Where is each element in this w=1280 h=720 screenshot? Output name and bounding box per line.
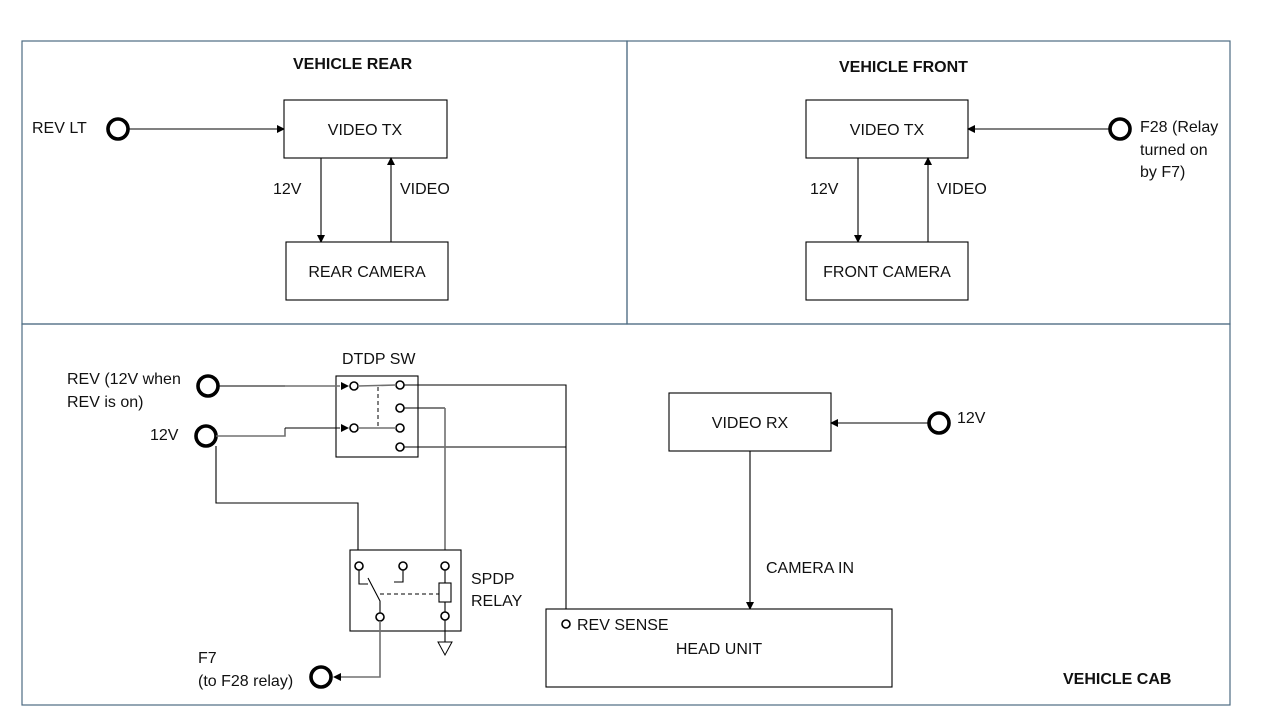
f7-arrow-icon <box>333 673 341 681</box>
switch-out-3-pin <box>395 423 405 433</box>
dtdp-switch-box[interactable] <box>335 375 419 458</box>
switch-out-2-pin <box>395 403 405 413</box>
switch-out-1-pin <box>395 380 405 390</box>
switch-contact-1 <box>357 384 397 387</box>
switch-common-1-pin <box>349 381 359 391</box>
switch-out-4-pin <box>395 442 405 452</box>
cab-panel-title: VEHICLE CAB <box>1063 671 1171 688</box>
rev-lt-terminal-icon[interactable] <box>106 117 130 141</box>
relay-label-line-1: SPDP <box>471 571 515 588</box>
camera-in-label: CAMERA IN <box>766 560 854 577</box>
f7-terminal-icon[interactable] <box>309 665 333 689</box>
rev-sense-label: REV SENSE <box>577 617 669 634</box>
rev-sense-pin <box>561 619 571 629</box>
rx-12v-label: 12V <box>957 410 986 427</box>
f28-label-line-3: by F7) <box>1140 164 1185 181</box>
front-video-tx-label: VIDEO TX <box>850 122 925 139</box>
relay-out-pin <box>375 612 385 622</box>
head-unit-label: HEAD UNIT <box>676 641 762 658</box>
relay-coil-bottom-pin <box>440 611 450 621</box>
front-camera-label: FRONT CAMERA <box>823 264 951 281</box>
12v-to-switch-wire-a <box>216 428 286 437</box>
f7-label-line-1: F7 <box>198 650 217 667</box>
front-12v-label: 12V <box>810 181 839 198</box>
rear-12v-label: 12V <box>273 181 302 198</box>
wiring-diagram: VEHICLE REAR REV LT VIDEO TX 12V VIDEO R… <box>21 40 1231 706</box>
dtdp-switch-label: DTDP SW <box>342 351 416 368</box>
relay-nc-pin <box>398 561 408 571</box>
rev-input-terminal-icon[interactable] <box>196 374 220 398</box>
f28-label-line-1: F28 (Relay <box>1140 119 1218 136</box>
rev-input-label-line-1: REV (12V when <box>67 371 181 388</box>
switch-common-2-pin <box>349 423 359 433</box>
relay-label-line-2: RELAY <box>471 593 523 610</box>
rev-input-label-line-2: REV is on) <box>67 394 143 411</box>
cab-12v-terminal-icon[interactable] <box>194 424 218 448</box>
relay-coil-top-pin <box>440 561 450 571</box>
rev-lt-label: REV LT <box>32 120 87 137</box>
relay-coil-icon <box>438 582 452 603</box>
rear-panel-title: VEHICLE REAR <box>293 56 413 73</box>
rear-video-label: VIDEO <box>400 181 450 198</box>
f7-label-line-2: (to F28 relay) <box>198 673 293 690</box>
12v-to-relay-wire <box>215 446 359 558</box>
rear-camera-label: REAR CAMERA <box>308 264 426 281</box>
front-panel-title: VEHICLE FRONT <box>839 59 968 76</box>
f28-label-line-2: turned on <box>1140 142 1208 159</box>
f28-terminal-icon[interactable] <box>1108 117 1132 141</box>
rx-12v-terminal-icon[interactable] <box>927 411 951 435</box>
relay-common-pin <box>354 561 364 571</box>
cab-12v-input-label: 12V <box>150 427 179 444</box>
ground-icon <box>437 641 453 657</box>
rear-video-tx-label: VIDEO TX <box>328 122 403 139</box>
front-video-label: VIDEO <box>937 181 987 198</box>
video-rx-label: VIDEO RX <box>712 415 789 432</box>
